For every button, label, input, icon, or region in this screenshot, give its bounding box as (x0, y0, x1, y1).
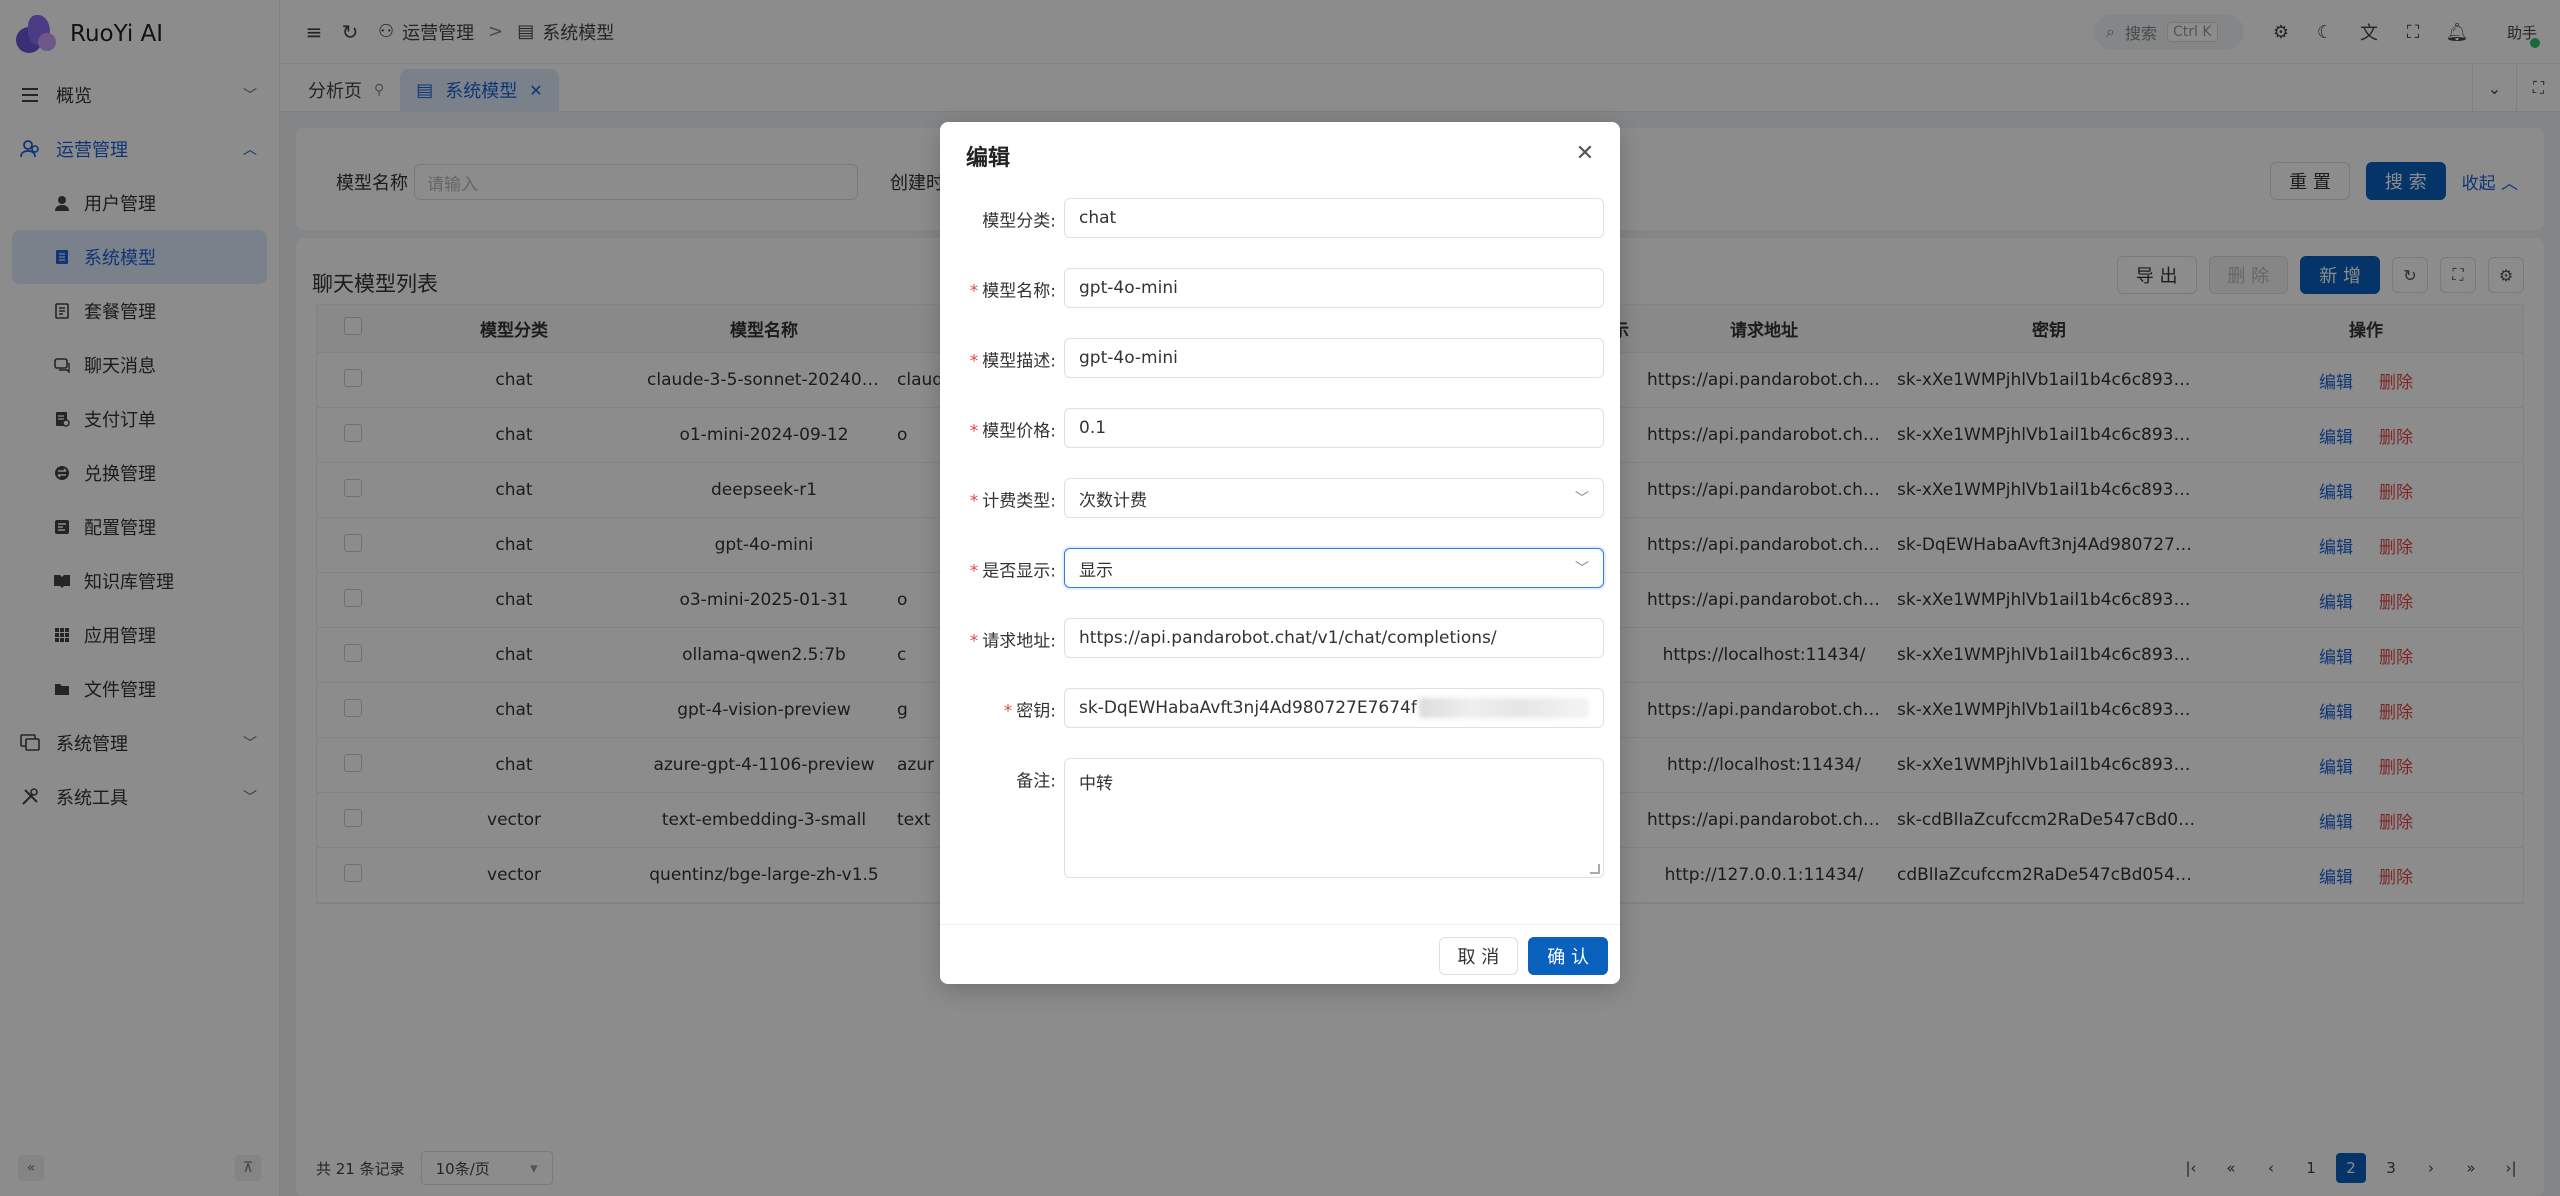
field-label: * 模型价格: (969, 421, 1056, 442)
api-key-field[interactable]: sk-DqEWHabaAvft3nj4Ad980727E7674f (1064, 688, 1604, 728)
required-mark: * (969, 561, 979, 582)
required-mark: * (969, 631, 979, 652)
form-row: * 密钥: sk-DqEWHabaAvft3nj4Ad980727E7674f (940, 688, 1620, 730)
cancel-button[interactable]: 取 消 (1438, 937, 1519, 975)
field-label: 模型分类: (982, 211, 1056, 232)
required-mark: * (969, 281, 979, 302)
category-field[interactable]: chat (1064, 198, 1604, 238)
chevron-down-icon: ﹀ (1575, 561, 1589, 577)
form-row: * 模型描述: gpt-4o-mini (940, 338, 1620, 380)
price-field[interactable]: 0.1 (1064, 408, 1604, 448)
resize-handle-icon[interactable] (1590, 864, 1600, 874)
field-label: * 模型名称: (969, 281, 1056, 302)
dialog-footer: 取 消 确 认 (940, 924, 1620, 984)
description-field[interactable]: gpt-4o-mini (1064, 338, 1604, 378)
field-label: * 模型描述: (969, 351, 1056, 372)
field-label: * 请求地址: (969, 631, 1056, 652)
form-row: * 模型价格: 0.1 (940, 408, 1620, 450)
close-icon[interactable]: ✕ (1570, 138, 1600, 168)
form-row: 模型分类: chat (940, 198, 1620, 240)
field-label: * 计费类型: (969, 491, 1056, 512)
field-label: * 密钥: (1003, 701, 1056, 722)
billing-type-select[interactable]: 次数计费 ﹀ (1064, 478, 1604, 518)
required-mark: * (969, 421, 979, 442)
form-row: 备注: 中转 (940, 758, 1620, 878)
dialog-title: 编辑 (966, 146, 1011, 171)
required-mark: * (969, 491, 979, 512)
visibility-select[interactable]: 显示 ﹀ (1064, 548, 1604, 588)
edit-dialog: 编辑 ✕ 模型分类: chat * 模型名称: gpt-4o-mini * 模型描述: gpt… (940, 122, 1620, 984)
redacted-region (1418, 698, 1589, 718)
field-label: * 是否显示: (969, 561, 1056, 582)
form-row: * 是否显示: 显示 ﹀ (940, 548, 1620, 590)
form-row: * 请求地址: https://api.pandarobot.chat/v1/cha… (940, 618, 1620, 660)
required-mark: * (1003, 701, 1013, 722)
remark-textarea[interactable]: 中转 (1064, 758, 1604, 878)
form-row: * 计费类型: 次数计费 ﹀ (940, 478, 1620, 520)
form-row: * 模型名称: gpt-4o-mini (940, 268, 1620, 310)
field-label: 备注: (1016, 771, 1056, 792)
url-field[interactable]: https://api.pandarobot.chat/v1/chat/comp… (1064, 618, 1604, 658)
model-name-field[interactable]: gpt-4o-mini (1064, 268, 1604, 308)
required-mark: * (969, 351, 979, 372)
chevron-down-icon: ﹀ (1575, 491, 1589, 507)
confirm-button[interactable]: 确 认 (1528, 937, 1608, 975)
